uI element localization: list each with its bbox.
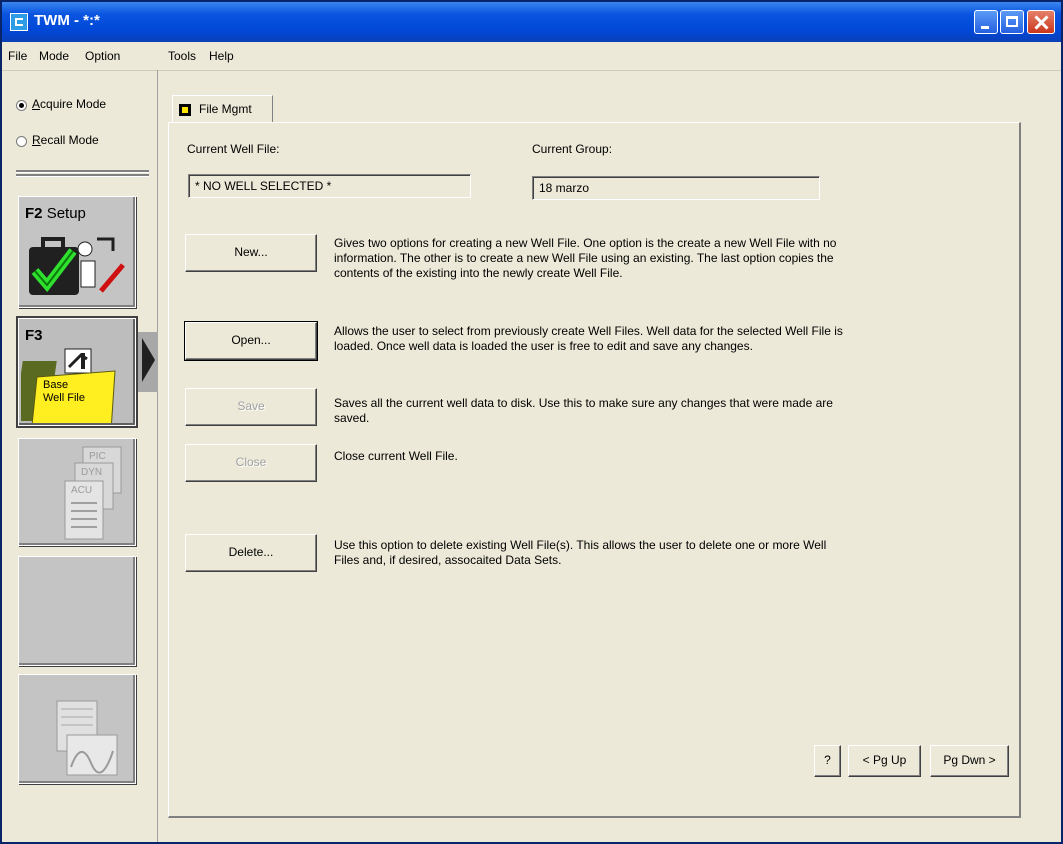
doc-pic-label: PIC [89,451,106,462]
f2-key: F2 [25,205,43,222]
current-well-file-label: Current Well File: [187,142,280,156]
save-button[interactable]: Save [185,388,317,426]
doc-dyn-label: DYN [81,467,103,478]
report-chart-icon [56,700,118,776]
sidebar-separator [16,170,149,173]
base-well-file-label: Base Well File [43,379,85,405]
open-description: Allows the user to select from previousl… [334,324,843,353]
delete-button-label: Delete... [228,545,274,559]
f5-empty-button[interactable] [18,556,136,666]
close-description: Close current Well File. [334,449,458,463]
menu-help[interactable]: Help [209,49,234,63]
f4-documents-button[interactable]: PIC DYN ACU [18,438,136,546]
new-button-label: New... [234,245,268,259]
current-group-label: Current Group: [532,142,613,156]
f3-key: F3 [25,327,43,344]
menu-mode[interactable]: Mode [39,49,69,63]
doc-acu-label: ACU [71,485,93,496]
acquire-mode-text: A [32,97,41,111]
new-button[interactable]: New... [185,234,317,272]
open-button[interactable]: Open... [184,321,318,361]
acquire-mode-label[interactable]: Acquire Mode [32,97,106,111]
current-well-file-field: * NO WELL SELECTED * [188,174,471,198]
page-up-button[interactable]: < Pg Up [848,745,921,777]
f3-base-well-file-button[interactable]: F3 Base Well File [18,318,136,426]
tab-file-mgmt[interactable]: File Mgmt [172,95,273,123]
menu-option[interactable]: Option [85,49,120,63]
tab-marker-icon [179,104,191,116]
save-button-label: Save [237,399,265,413]
close-file-button-label: Close [235,455,267,469]
recall-mode-radio[interactable] [16,136,27,147]
help-button[interactable]: ? [814,745,841,777]
menu-bar: File Mode Option Tools Help [2,42,1061,71]
page-down-button[interactable]: Pg Dwn > [930,745,1009,777]
delete-description: Use this option to delete existing Well … [334,538,827,567]
window-title: TWM - *:* [34,12,100,29]
title-bar[interactable]: TWM - *:* [2,2,1061,42]
f2-setup-button[interactable]: F2 Setup [18,196,136,308]
open-button-label: Open... [231,333,271,347]
current-group-field: 18 marzo [532,176,820,200]
close-button[interactable] [1027,10,1055,34]
app-icon [10,13,28,31]
tab-file-mgmt-label: File Mgmt [199,102,252,116]
recall-mode-text: R [32,133,41,147]
delete-button[interactable]: Delete... [185,534,317,572]
menu-tools[interactable]: Tools [168,49,196,63]
save-description: Saves all the current well data to disk.… [334,396,833,425]
f2-setup-label: F2 Setup [25,205,86,222]
minimize-button[interactable] [974,10,998,34]
new-description: Gives two options for creating a new Wel… [334,236,837,280]
close-file-button[interactable]: Close [185,444,317,482]
app-window: TWM - *:* File Mode Option Tools Help Ac… [0,0,1063,844]
acquire-mode-radio[interactable] [16,100,27,111]
setup-toolbox-icon [29,237,125,295]
maximize-button[interactable] [1000,10,1024,34]
menu-file[interactable]: File [8,49,27,63]
well-file-label: Well File [43,392,85,404]
sidebar: Acquire Mode Recall Mode F2 Setup F3 Bas… [2,70,158,842]
selection-arrow-icon [142,338,155,382]
sidebar-separator [16,174,149,177]
f2-setup-text: Setup [46,205,86,222]
base-label: Base [43,379,69,391]
f6-report-button[interactable] [18,674,136,784]
recall-mode-label[interactable]: Recall Mode [32,133,99,147]
